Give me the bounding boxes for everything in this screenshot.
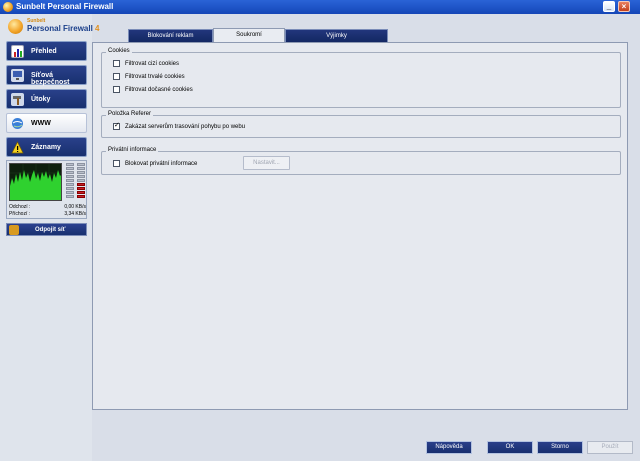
logo-product: Personal Firewall 4: [27, 24, 100, 33]
outgoing-value: 0,00 KB/s: [64, 204, 86, 210]
cookies-group: Cookies Filtrovat cizí cookies Filtrovat…: [101, 48, 621, 108]
help-button[interactable]: Nápověda: [426, 441, 472, 454]
nav-zaznamy[interactable]: Záznamy: [6, 137, 87, 157]
nav-label: Přehled: [31, 48, 57, 55]
outgoing-label: Odchozí :: [9, 204, 31, 210]
traffic-graph: [9, 163, 62, 201]
meter-outgoing: [66, 163, 74, 201]
filter-session-cookies-checkbox[interactable]: Filtrovat dočasné cookies: [113, 86, 193, 93]
tab-label: Blokování reklam: [147, 33, 194, 39]
cancel-button[interactable]: Storno: [537, 441, 583, 454]
checkbox-box[interactable]: [113, 86, 120, 93]
apply-button[interactable]: Použít: [587, 441, 633, 454]
incoming-value: 3,34 KB/s: [64, 211, 86, 217]
settings-button[interactable]: Nastavit...: [243, 156, 290, 170]
hammer-icon: [11, 93, 24, 106]
checkbox-label: Filtrovat trvalé cookies: [125, 73, 185, 80]
block-referer-checkbox[interactable]: Zakázat serverům trasování pohybu po web…: [113, 121, 246, 130]
tab-label: Výjimky: [326, 33, 347, 39]
disconnect-button[interactable]: Odpojit síť: [6, 223, 87, 236]
nav-utoky[interactable]: Útoky: [6, 89, 87, 109]
private-info-group: Privátní informace Blokovat privátní inf…: [101, 147, 621, 175]
outgoing-row: Odchozí : 0,00 KB/s: [9, 204, 86, 210]
nav-sitova-bezpecnost[interactable]: Síťová bezpečnost: [6, 65, 87, 86]
private-info-group-title: Privátní informace: [106, 147, 159, 153]
checkbox-box[interactable]: [113, 60, 120, 67]
incoming-row: Příchozí : 3,34 KB/s: [9, 211, 86, 217]
checkbox-label: Blokovat privátní informace: [125, 160, 198, 167]
tab-soukromi[interactable]: Soukromí: [213, 28, 285, 42]
network-icon: [11, 69, 24, 82]
app-icon: [3, 2, 13, 12]
nav-prehled[interactable]: Přehled: [6, 41, 87, 61]
filter-third-party-cookies-checkbox[interactable]: Filtrovat cizí cookies: [113, 60, 179, 67]
nav-label: Síťová bezpečnost: [31, 72, 70, 86]
window-title: Sunbelt Personal Firewall: [16, 2, 114, 11]
referer-group-title: Položka Referer: [106, 111, 154, 117]
disconnect-label: Odpojit síť: [35, 227, 66, 233]
logo: Sunbelt Personal Firewall 4: [0, 14, 100, 40]
minimize-button[interactable]: _: [603, 1, 615, 12]
cookies-group-title: Cookies: [106, 48, 132, 54]
checkbox-label: Filtrovat dočasné cookies: [125, 86, 193, 93]
meter-incoming: [77, 163, 85, 201]
checkbox-box[interactable]: [113, 160, 120, 167]
disconnect-icon: [9, 225, 19, 235]
nav-label: WWW: [31, 120, 51, 127]
traffic-monitor: Odchozí : 0,00 KB/s Příchozí : 3,34 KB/s: [6, 160, 87, 219]
referer-group: Položka Referer Zakázat serverům trasová…: [101, 111, 621, 138]
level-meters: [66, 163, 86, 201]
globe-icon: [11, 117, 24, 130]
logo-icon: [8, 19, 23, 34]
tab-label: Soukromí: [236, 32, 262, 38]
logo-version: 4: [95, 24, 100, 33]
incoming-label: Příchozí :: [9, 211, 31, 217]
close-button[interactable]: ×: [618, 1, 630, 12]
filter-persistent-cookies-checkbox[interactable]: Filtrovat trvalé cookies: [113, 73, 185, 80]
checkbox-box[interactable]: [113, 121, 120, 130]
checkbox-box[interactable]: [113, 73, 120, 80]
nav-www[interactable]: WWW: [6, 113, 87, 133]
traffic-graph-svg: [10, 164, 61, 200]
ok-button[interactable]: OK: [487, 441, 533, 454]
block-private-info-checkbox[interactable]: Blokovat privátní informace: [113, 160, 197, 167]
nav-label: Záznamy: [31, 144, 61, 151]
warning-icon: [11, 141, 24, 154]
logo-product-name: Personal Firewall: [27, 24, 93, 33]
tab-vyjimky[interactable]: Výjimky: [285, 29, 388, 42]
checkbox-label: Zakázat serverům trasování pohybu po web…: [125, 123, 246, 130]
checkbox-label: Filtrovat cizí cookies: [125, 60, 180, 67]
content-panel: Cookies Filtrovat cizí cookies Filtrovat…: [92, 42, 628, 410]
tab-blokovani-reklam[interactable]: Blokování reklam: [128, 29, 213, 42]
title-bar: Sunbelt Personal Firewall _ ×: [0, 0, 640, 14]
nav-label: Útoky: [31, 96, 51, 103]
chart-icon: [11, 45, 24, 58]
